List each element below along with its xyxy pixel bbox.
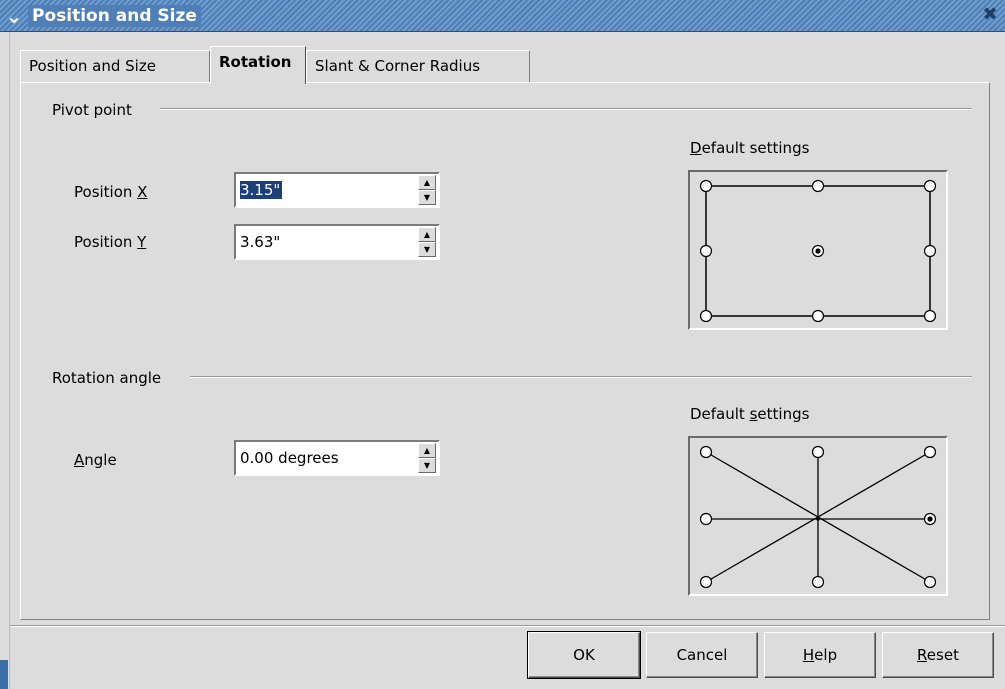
ok-button[interactable]: OK: [527, 631, 641, 679]
rotation-angle-separator: [190, 376, 972, 378]
pivot-point-bottom-left[interactable]: [699, 309, 713, 323]
pivot-point-top-center[interactable]: [811, 179, 825, 193]
help-button[interactable]: Help: [764, 632, 876, 678]
pivot-point-top-left[interactable]: [699, 179, 713, 193]
position-x-label: Position X: [74, 183, 148, 201]
angle-selected-dot: [927, 516, 933, 522]
angle-point-45[interactable]: [923, 445, 937, 459]
angle-point-270[interactable]: [811, 575, 825, 589]
pivot-point-selector[interactable]: [688, 170, 948, 330]
rotation-angle-selector[interactable]: [688, 436, 948, 596]
position-x-field[interactable]: 3.15" ▲ ▼: [234, 172, 440, 208]
pivot-point-separator: [160, 108, 972, 110]
pivot-point-bottom-right[interactable]: [923, 309, 937, 323]
window-left-edge: [0, 32, 10, 689]
angle-center-dot: [816, 517, 820, 521]
rotation-angle-group-title: Rotation angle: [52, 369, 162, 387]
spin-down-icon[interactable]: ▼: [418, 458, 436, 473]
angle-point-180[interactable]: [699, 512, 713, 526]
rotation-default-settings-label: Default settings: [690, 405, 810, 423]
angle-field[interactable]: 0.00 degrees ▲ ▼: [234, 440, 440, 476]
spin-up-icon[interactable]: ▲: [418, 175, 436, 190]
position-y-spinner: ▲ ▼: [418, 227, 436, 257]
footer-separator: [10, 625, 1005, 627]
position-y-field[interactable]: 3.63" ▲ ▼: [234, 224, 440, 260]
tab-position-and-size[interactable]: Position and Size: [20, 50, 210, 82]
position-y-value[interactable]: 3.63": [240, 233, 280, 251]
close-icon[interactable]: ✖: [979, 4, 1001, 26]
pivot-default-settings-label: Default settings: [690, 139, 810, 157]
angle-point-315[interactable]: [923, 575, 937, 589]
tab-rotation[interactable]: Rotation: [210, 46, 306, 84]
angle-point-90[interactable]: [811, 445, 825, 459]
pivot-point-middle-left[interactable]: [699, 244, 713, 258]
reset-button[interactable]: Reset: [882, 632, 994, 678]
cancel-button[interactable]: Cancel: [646, 632, 758, 678]
pivot-selected-dot: [815, 248, 821, 254]
title-bar: ⌄ Position and Size ✖: [0, 0, 1005, 32]
angle-value[interactable]: 0.00 degrees: [240, 449, 339, 467]
window-title: Position and Size: [28, 5, 201, 27]
tab-slant-corner-radius[interactable]: Slant & Corner Radius: [306, 50, 530, 82]
position-x-spinner: ▲ ▼: [418, 175, 436, 205]
chevron-down-icon[interactable]: ⌄: [2, 4, 26, 28]
spin-down-icon[interactable]: ▼: [418, 190, 436, 205]
angle-spinner: ▲ ▼: [418, 443, 436, 473]
spin-up-icon[interactable]: ▲: [418, 227, 436, 242]
pivot-point-bottom-center[interactable]: [811, 309, 825, 323]
spin-up-icon[interactable]: ▲: [418, 443, 436, 458]
window-left-accent: [0, 660, 8, 689]
angle-point-225[interactable]: [699, 575, 713, 589]
spin-down-icon[interactable]: ▼: [418, 242, 436, 257]
pivot-point-middle-right[interactable]: [923, 244, 937, 258]
position-x-value[interactable]: 3.15": [240, 181, 283, 199]
pivot-point-top-right[interactable]: [923, 179, 937, 193]
position-y-label: Position Y: [74, 233, 147, 251]
angle-label: Angle: [74, 451, 117, 469]
pivot-point-group-title: Pivot point: [52, 101, 132, 119]
angle-point-135[interactable]: [699, 445, 713, 459]
